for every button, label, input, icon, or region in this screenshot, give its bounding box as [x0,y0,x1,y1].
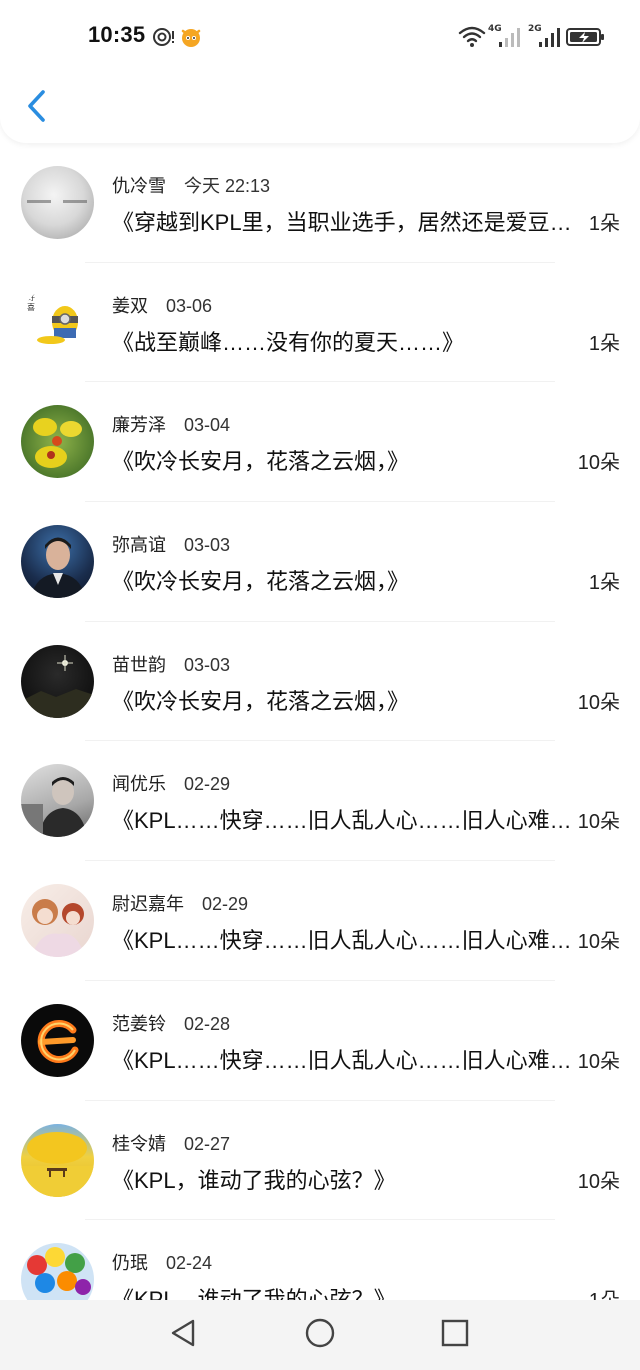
user-name: 廉芳泽 [112,415,166,436]
avatar[interactable] [21,1003,94,1077]
nav-home-button[interactable] [302,1318,338,1352]
triangle-back-icon [169,1318,197,1352]
flower-count: 1朵 [588,572,620,595]
book-title[interactable]: 《KPL……快穿……旧人乱人心……旧人心难寻》 [112,923,572,955]
page: 10:35 4G 2G 仇冷雪 今天 22:13 《穿越到KPL里，当职业选手，… [0,0,640,1370]
date: 03-03 [184,654,231,675]
flower-count: 10朵 [577,931,620,954]
wifi-icon [458,24,486,52]
chevron-left-icon [25,89,47,127]
book-title[interactable]: 《KPL，谁动了我的心弦？》 [112,1163,572,1195]
user-name: 姜双 [112,295,148,316]
book-title[interactable]: 《吹冷长安月，花落之云烟，》 [112,444,572,476]
app-header: 10:35 4G 2G [0,0,640,143]
book-title[interactable]: 《KPL，谁动了我的心弦？》 [112,1282,572,1300]
list-item[interactable]: 弥高谊 03-03 《吹冷长安月，花落之云烟，》 1朵 [0,502,640,622]
list-item[interactable]: 仍珉 02-24 《KPL，谁动了我的心弦？》 1朵 [0,1220,640,1300]
flower-count: 10朵 [577,691,620,714]
avatar[interactable] [21,405,94,479]
flower-count: 1朵 [589,1284,620,1300]
book-title[interactable]: 《穿越到KPL里，当职业选手，居然还是爱豆？》 [112,205,572,237]
nav-recents-button[interactable] [437,1318,473,1352]
avatar[interactable] [21,525,94,599]
list-item[interactable]: 好喜 姜双 03-06 《战至巅峰……没有你的夏天……》 1朵 [0,263,640,383]
notification-app-icon [180,26,202,52]
svg-text:好: 好 [27,292,35,302]
flower-count: 1朵 [588,332,620,355]
nav-back-button[interactable] [165,1318,201,1352]
user-name: 苗世韵 [112,654,166,675]
list-item[interactable]: 范姜铃 02-28 《KPL……快穿……旧人乱人心……旧人心难寻》 10朵 [0,981,640,1101]
user-name: 仇冷雪 [112,176,166,196]
square-recents-icon [441,1319,469,1351]
list-item[interactable]: 廉芳泽 03-04 《吹冷长安月，花落之云烟，》 10朵 [0,382,640,503]
user-name: 范姜铃 [112,1013,166,1034]
user-name: 尉迟嘉年 [112,894,184,915]
avatar[interactable] [21,644,94,718]
circle-home-icon [304,1317,336,1353]
book-title[interactable]: 《吹冷长安月，花落之云烟，》 [112,684,572,716]
date: 03-03 [184,535,231,556]
system-nav-bar [0,1300,640,1370]
avatar[interactable] [21,1243,94,1300]
date: 02-28 [184,1013,231,1034]
user-name: 弥高谊 [112,535,166,556]
status-bar: 10:35 4G 2G [0,0,640,72]
book-title[interactable]: 《KPL……快穿……旧人乱人心……旧人心难寻》 [112,803,572,835]
notification-target-icon [152,26,176,52]
flower-count: 10朵 [577,1170,620,1193]
list-item[interactable]: 苗世韵 03-03 《吹冷长安月，花落之云烟，》 10朵 [0,622,640,742]
user-name: 仍珉 [112,1253,148,1274]
book-title[interactable]: 《吹冷长安月，花落之云烟，》 [112,564,572,596]
flower-count: 10朵 [577,452,620,475]
date: 02-27 [184,1133,231,1154]
date: 03-06 [166,295,213,316]
book-title[interactable]: 《KPL……快穿……旧人乱人心……旧人心难寻》 [112,1043,572,1075]
user-name: 闻优乐 [112,774,166,795]
flower-count: 1朵 [588,213,620,235]
date: 03-04 [184,415,231,436]
date: 02-29 [202,894,249,915]
avatar[interactable] [21,1123,94,1197]
date: 02-29 [184,774,231,795]
avatar[interactable] [21,884,94,958]
user-name: 桂令婧 [112,1133,166,1154]
signal-icon-1 [498,26,522,52]
svg-text:喜: 喜 [27,302,35,312]
flower-count: 10朵 [577,811,620,834]
list-item[interactable]: 桂令婧 02-27 《KPL，谁动了我的心弦？》 10朵 [0,1101,640,1221]
flower-count: 10朵 [577,1050,620,1073]
date: 02-24 [166,1253,213,1274]
back-button[interactable] [18,86,54,130]
book-title[interactable]: 《战至巅峰……没有你的夏天……》 [112,325,572,357]
avatar[interactable]: 好喜 [21,285,94,359]
list-item[interactable]: 闻优乐 02-29 《KPL……快穿……旧人乱人心……旧人心难寻》 10朵 [0,741,640,862]
signal-icon-2 [538,26,562,52]
avatar[interactable] [21,764,94,838]
battery-charging-icon [566,27,606,51]
list-item[interactable]: 尉迟嘉年 02-29 《KPL……快穿……旧人乱人心……旧人心难寻》 10朵 [0,861,640,981]
status-time: 10:35 [88,22,146,47]
list-item[interactable]: 仇冷雪 今天 22:13 《穿越到KPL里，当职业选手，居然还是爱豆？》 1朵 [0,143,640,263]
avatar[interactable] [21,166,94,239]
gift-record-list: 仇冷雪 今天 22:13 《穿越到KPL里，当职业选手，居然还是爱豆？》 1朵 好… [0,143,640,1300]
date: 今天 22:13 [184,176,271,196]
